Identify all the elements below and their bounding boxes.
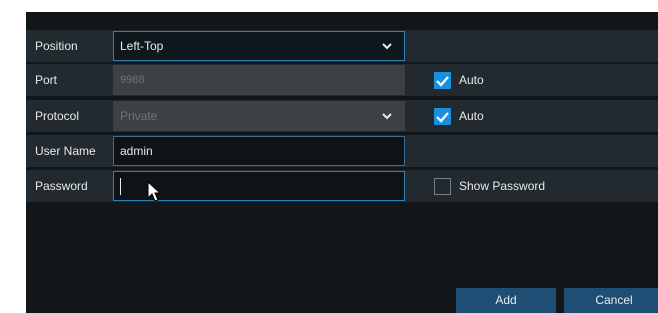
port-auto-checkbox[interactable]: Auto — [434, 64, 484, 96]
port-row: Port 9988 Auto — [26, 64, 658, 96]
chevron-down-icon — [382, 43, 392, 50]
protocol-value: Private — [120, 109, 158, 123]
checkbox-checked-icon — [434, 107, 451, 125]
port-auto-label: Auto — [459, 73, 484, 87]
position-label: Position — [35, 39, 78, 53]
show-password-label: Show Password — [459, 179, 546, 193]
port-input: 9988 — [113, 65, 405, 95]
user-name-input[interactable]: admin — [113, 136, 405, 166]
protocol-row: Protocol Private Auto — [26, 100, 658, 132]
port-value: 9988 — [120, 74, 145, 86]
protocol-select: Private — [113, 101, 405, 131]
add-button[interactable]: Add — [456, 288, 556, 313]
position-select[interactable]: Left-Top — [113, 31, 405, 61]
text-caret — [120, 178, 121, 195]
user-name-row: User Name admin — [26, 135, 658, 167]
settings-panel: Position Left-Top Port 9988 Auto Protoco… — [26, 12, 658, 313]
position-row: Position Left-Top — [26, 30, 658, 62]
protocol-auto-checkbox[interactable]: Auto — [434, 100, 484, 132]
position-value: Left-Top — [120, 39, 164, 53]
port-label: Port — [35, 73, 58, 87]
protocol-label: Protocol — [35, 109, 80, 123]
user-name-label: User Name — [35, 144, 96, 158]
password-row: Password Show Password — [26, 170, 658, 202]
protocol-auto-label: Auto — [459, 109, 484, 123]
checkbox-unchecked-icon — [434, 177, 451, 195]
mouse-pointer-icon — [147, 181, 161, 202]
cancel-button[interactable]: Cancel — [564, 288, 658, 313]
user-name-value: admin — [120, 144, 153, 158]
checkbox-checked-icon — [434, 71, 451, 89]
password-label: Password — [35, 179, 88, 193]
show-password-checkbox[interactable]: Show Password — [434, 170, 545, 202]
chevron-down-icon — [382, 113, 392, 120]
